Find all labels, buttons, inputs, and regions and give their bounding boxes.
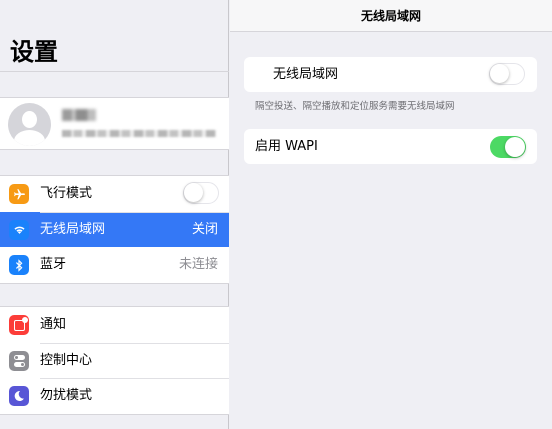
system-group: 通知 控制中心 勿扰模式 xyxy=(0,306,229,415)
wifi-footnote: 隔空投送、隔空播放和定位服务需要无线局域网 xyxy=(255,101,455,112)
sidebar-item-do-not-disturb[interactable]: 勿扰模式 xyxy=(0,378,229,414)
profile-name-blurred xyxy=(62,109,96,121)
wifi-toggle[interactable] xyxy=(489,63,525,85)
sidebar-item-label: 勿扰模式 xyxy=(40,388,93,403)
connectivity-group: 飞行模式 无线局域网 关闭 蓝牙 未连接 xyxy=(0,175,229,284)
sidebar-item-label: 蓝牙 xyxy=(40,257,67,272)
wifi-status-value: 关闭 xyxy=(191,221,218,237)
profile-subtitle-blurred xyxy=(62,130,216,137)
sidebar-divider xyxy=(0,71,229,72)
sidebar-item-control-center[interactable]: 控制中心 xyxy=(0,342,229,379)
wapi-toggle[interactable] xyxy=(490,136,526,158)
airplane-mode-toggle[interactable] xyxy=(183,182,219,204)
wifi-setting-label: 无线局域网 xyxy=(273,67,339,82)
moon-icon xyxy=(9,386,29,406)
control-center-icon xyxy=(9,350,29,371)
wapi-setting-card: 启用 WAPI xyxy=(244,129,537,164)
sidebar-item-wifi[interactable]: 无线局域网 关闭 xyxy=(0,211,229,247)
airplane-icon xyxy=(9,184,29,204)
wifi-icon xyxy=(9,219,29,240)
wifi-setting-card: 无线局域网 xyxy=(244,57,537,92)
sidebar-item-airplane-mode[interactable]: 飞行模式 xyxy=(0,176,229,212)
sidebar-item-label: 飞行模式 xyxy=(40,186,93,201)
bluetooth-icon xyxy=(9,255,29,275)
avatar xyxy=(8,103,51,146)
sidebar-item-label: 通知 xyxy=(40,317,67,332)
apple-id-profile-row[interactable] xyxy=(0,97,229,150)
notifications-icon xyxy=(9,315,29,335)
sidebar-item-bluetooth[interactable]: 蓝牙 未连接 xyxy=(0,247,229,283)
sidebar-item-label: 控制中心 xyxy=(40,352,93,368)
sidebar-item-notifications[interactable]: 通知 xyxy=(0,307,229,343)
wapi-setting-label: 启用 WAPI xyxy=(255,139,318,154)
sidebar-item-label: 无线局域网 xyxy=(40,221,106,237)
sidebar-title: 设置 xyxy=(10,38,58,66)
detail-nav-title: 无线局域网 xyxy=(230,0,552,32)
bluetooth-status-value: 未连接 xyxy=(178,257,218,272)
settings-sidebar: 设置 飞行模式 无线局域网 关闭 蓝牙 未连接 通知 控制中心 勿扰模式 xyxy=(0,0,229,429)
